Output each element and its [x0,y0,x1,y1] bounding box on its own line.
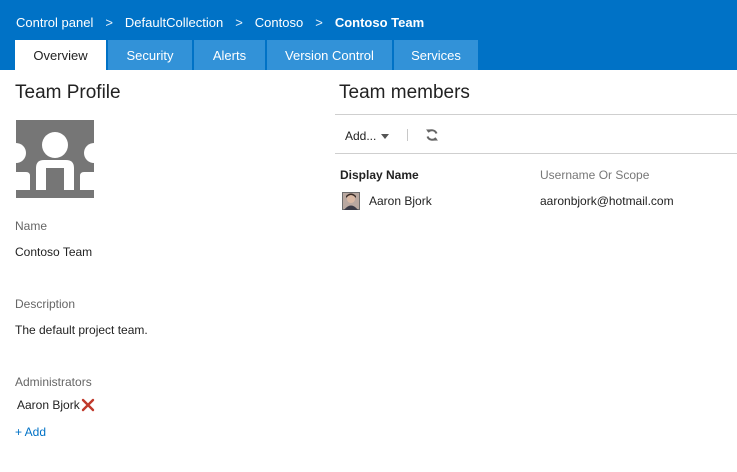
name-label: Name [15,219,48,233]
breadcrumb-separator: > [105,14,113,30]
breadcrumb: Control panel > DefaultCollection > Cont… [16,13,424,31]
column-header-display-name[interactable]: Display Name [340,168,419,182]
table-row[interactable]: Aaron Bjork aaronbjork@hotmail.com [335,190,737,212]
breadcrumb-control-panel[interactable]: Control panel [16,15,93,30]
tab-services[interactable]: Services [394,40,478,70]
tab-version-control[interactable]: Version Control [267,40,392,70]
add-menu-label: Add... [345,129,377,143]
column-header-username[interactable]: Username Or Scope [540,168,649,182]
team-profile-title: Team Profile [15,82,121,103]
administrator-name: Aaron Bjork [17,398,80,412]
team-avatar-icon [16,120,94,198]
refresh-icon[interactable] [425,128,439,142]
administrators-label: Administrators [15,375,92,389]
remove-x-icon[interactable] [81,398,95,412]
tab-alerts[interactable]: Alerts [194,40,265,70]
breadcrumb-current-team: Contoso Team [334,14,425,30]
team-profile-panel: Team Profile Name Contoso Team Descripti… [15,70,315,472]
tab-security[interactable]: Security [108,40,192,70]
divider [335,114,737,115]
member-display-name: Aaron Bjork [369,194,432,208]
administrator-item: Aaron Bjork [17,396,95,414]
breadcrumb-separator: > [315,14,323,30]
breadcrumb-project[interactable]: Contoso [255,15,303,30]
chevron-down-icon [381,133,390,139]
breadcrumb-separator: > [235,14,243,30]
tab-overview[interactable]: Overview [15,40,106,70]
member-avatar [342,192,360,210]
breadcrumb-collection[interactable]: DefaultCollection [125,15,223,30]
name-value: Contoso Team [15,245,93,259]
member-username: aaronbjork@hotmail.com [540,194,674,208]
description-value: The default project team. [15,323,148,337]
description-label: Description [15,297,76,311]
team-members-title: Team members [339,82,470,103]
divider [335,153,737,154]
add-administrator-link[interactable]: + Add [15,425,46,439]
header-bar: Control panel > DefaultCollection > Cont… [0,0,737,70]
team-members-panel: Team members Add... Display Name Usernam… [335,70,737,472]
tab-bar: Overview Security Alerts Version Control… [15,40,480,70]
toolbar-separator [407,129,408,141]
add-member-menu[interactable]: Add... [345,128,390,144]
